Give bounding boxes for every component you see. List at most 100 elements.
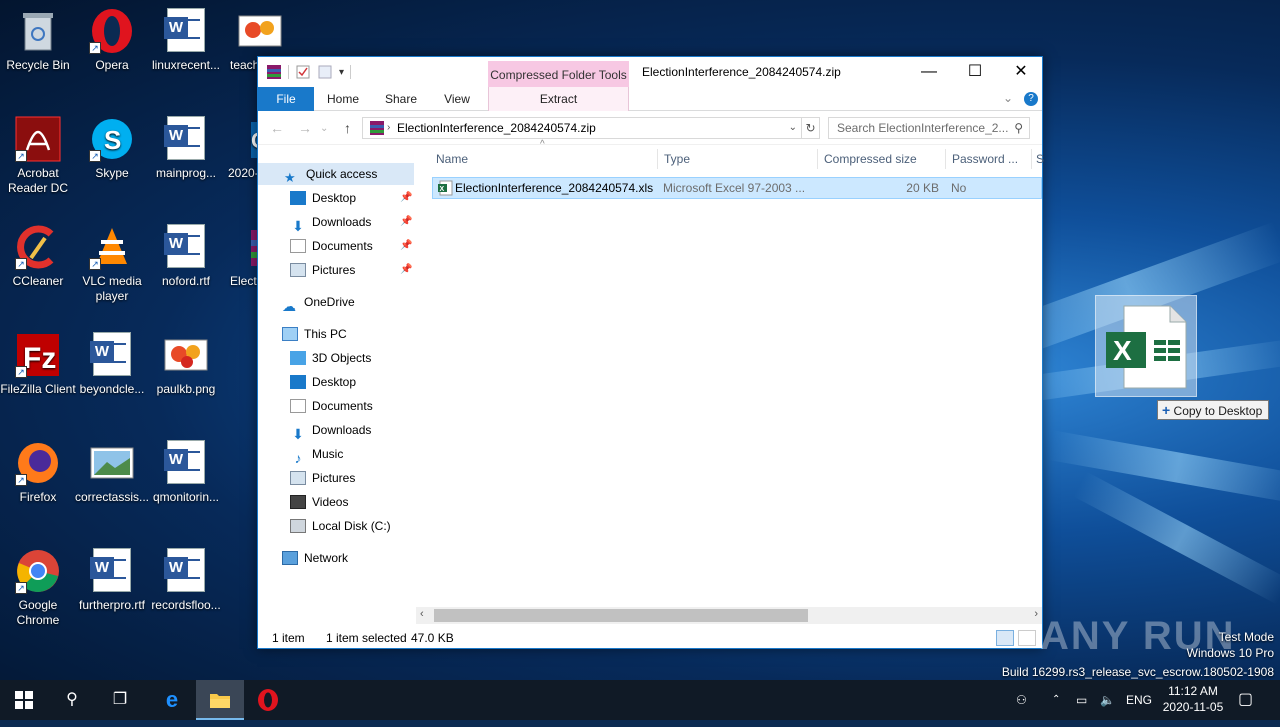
- downloads-icon: ⬇: [292, 218, 304, 234]
- desktop-icon-filezilla[interactable]: Fz ↗ FileZilla Client: [0, 332, 76, 397]
- help-icon[interactable]: ?: [1024, 92, 1038, 106]
- desktop-icon-qmonitorin[interactable]: W qmonitorin...: [148, 440, 224, 505]
- desktop-icon-firefox[interactable]: ↗ Firefox: [0, 440, 76, 505]
- winrar-archive-icon: [370, 121, 384, 135]
- desktop-icon-recordsfloo[interactable]: W recordsfloo...: [148, 548, 224, 613]
- title-bar[interactable]: ▾ Compressed Folder Tools ElectionInterf…: [258, 57, 1044, 88]
- action-center-icon[interactable]: ▢: [1238, 680, 1253, 720]
- desktop-icon-ccleaner[interactable]: ↗ CCleaner: [0, 224, 76, 289]
- refresh-icon[interactable]: ↻: [802, 117, 820, 139]
- tab-file[interactable]: File: [258, 87, 314, 111]
- windows-edition-label: Windows 10 Pro: [1186, 646, 1274, 660]
- desktop-folder-icon: [290, 191, 306, 205]
- search-button[interactable]: ⚲: [48, 680, 96, 720]
- recent-locations-icon[interactable]: ⌄: [320, 123, 328, 134]
- svg-text:X: X: [440, 186, 445, 193]
- file-password: No: [951, 181, 967, 195]
- nav-pc-downloads[interactable]: ⬇ Downloads: [290, 419, 371, 442]
- nav-pictures[interactable]: Pictures: [290, 259, 355, 281]
- nav-3d-objects[interactable]: 3D Objects: [290, 347, 371, 369]
- nav-pc-documents[interactable]: Documents: [290, 395, 373, 417]
- search-input[interactable]: Search ElectionInterference_2... ⚲: [828, 117, 1030, 139]
- nav-onedrive[interactable]: ☁ OneDrive: [282, 291, 355, 314]
- nav-network[interactable]: Network: [282, 547, 348, 569]
- forward-arrow-icon[interactable]: →: [298, 120, 312, 136]
- desktop-icon-paulkb[interactable]: paulkb.png: [148, 332, 224, 397]
- desktop-icon-opera[interactable]: ↗ Opera: [74, 8, 150, 73]
- nav-local-disk[interactable]: Local Disk (C:): [290, 515, 391, 537]
- word-document-icon: W: [163, 116, 209, 162]
- close-button[interactable]: ✕: [998, 57, 1044, 87]
- back-arrow-icon[interactable]: ←: [270, 120, 284, 136]
- desktop-icon-chrome[interactable]: ↗ Google Chrome: [0, 548, 76, 628]
- desktop-icon-noford[interactable]: W noford.rtf: [148, 224, 224, 289]
- customize-qat-icon[interactable]: ▾: [339, 67, 344, 78]
- column-compressed-size[interactable]: Compressed size: [820, 149, 946, 169]
- network-tray-icon[interactable]: ▭: [1076, 680, 1087, 720]
- minimize-icon: —: [921, 63, 937, 80]
- column-name[interactable]: Name: [432, 149, 658, 169]
- network-icon: [282, 551, 298, 565]
- scroll-left-icon[interactable]: ‹: [420, 608, 424, 620]
- minimize-button[interactable]: —: [906, 57, 952, 87]
- address-dropdown-icon[interactable]: ⌄: [789, 118, 797, 138]
- start-button[interactable]: [0, 680, 48, 720]
- desktop-icon-skype[interactable]: S ↗ Skype: [74, 116, 150, 181]
- nav-downloads[interactable]: ⬇ Downloads: [290, 211, 371, 234]
- excel-file-icon: X: [1106, 305, 1187, 389]
- task-view-button[interactable]: ❐: [96, 680, 144, 720]
- nav-desktop[interactable]: Desktop: [290, 187, 356, 209]
- show-hidden-icons[interactable]: ⌃: [1052, 680, 1060, 720]
- people-icon[interactable]: ⚇: [1016, 680, 1027, 720]
- nav-quick-access[interactable]: ★ Quick access: [258, 163, 414, 185]
- address-field[interactable]: › ElectionInterference_2084240574.zip ⌄: [362, 117, 802, 139]
- large-icons-view-icon[interactable]: [1018, 630, 1036, 646]
- scrollbar-thumb[interactable]: [434, 609, 808, 622]
- tab-extract[interactable]: Extract: [488, 87, 629, 111]
- desktop-icon-correctassis[interactable]: correctassis...: [74, 440, 150, 505]
- horizontal-scrollbar[interactable]: ‹ ›: [416, 607, 1042, 624]
- volume-icon[interactable]: 🔈: [1100, 680, 1115, 720]
- desktop-icon-furtherpro[interactable]: W furtherpro.rtf: [74, 548, 150, 613]
- desktop-icon-linuxrecent[interactable]: W linuxrecent...: [148, 8, 224, 73]
- desktop-icon-acrobat[interactable]: ↗ Acrobat Reader DC: [0, 116, 76, 196]
- nav-documents[interactable]: Documents: [290, 235, 373, 257]
- shortcut-arrow-icon: ↗: [89, 150, 101, 162]
- new-folder-icon[interactable]: [317, 64, 333, 80]
- drive-icon: [290, 519, 306, 533]
- shortcut-arrow-icon: ↗: [15, 258, 27, 270]
- address-text: ElectionInterference_2084240574.zip: [397, 121, 596, 135]
- desktop-icon-mainprog[interactable]: W mainprog...: [148, 116, 224, 181]
- nav-pc-pictures[interactable]: Pictures: [290, 467, 355, 489]
- clock[interactable]: 11:12 AM 2020-11-05: [1158, 683, 1228, 715]
- desktop-icon-beyondcle[interactable]: W beyondcle...: [74, 332, 150, 397]
- nav-music[interactable]: ♪ Music: [290, 443, 344, 466]
- taskbar-file-explorer[interactable]: [196, 680, 244, 720]
- tab-share[interactable]: Share: [378, 87, 424, 111]
- nav-this-pc[interactable]: This PC: [282, 323, 347, 345]
- column-password[interactable]: Password ...: [948, 149, 1032, 169]
- language-indicator[interactable]: ENG: [1126, 680, 1152, 720]
- maximize-button[interactable]: ☐: [952, 57, 998, 87]
- explorer-window[interactable]: ▾ Compressed Folder Tools ElectionInterf…: [257, 56, 1044, 649]
- taskbar: ⚲ ❐ e ⚇ ⌃ ▭ 🔈 ENG 11:12 AM 2020-11-05 ▢: [0, 680, 1280, 720]
- scroll-right-icon[interactable]: ›: [1034, 608, 1038, 620]
- nav-pc-desktop[interactable]: Desktop: [290, 371, 356, 393]
- details-view-icon[interactable]: [996, 630, 1014, 646]
- up-arrow-icon[interactable]: ↑: [344, 120, 351, 136]
- nav-videos[interactable]: Videos: [290, 491, 348, 513]
- opera-icon: ↗: [89, 8, 135, 54]
- build-label: Build 16299.rs3_release_svc_escrow.18050…: [1001, 665, 1274, 679]
- tab-home[interactable]: Home: [320, 87, 366, 111]
- expand-ribbon-icon[interactable]: ⌄: [1003, 91, 1013, 105]
- taskbar-edge[interactable]: e: [148, 680, 196, 720]
- address-bar-row: ← → ⌄ ↑ › ElectionInterference_208424057…: [258, 111, 1042, 145]
- desktop-icon-vlc[interactable]: ↗ VLC media player: [74, 224, 150, 304]
- properties-icon[interactable]: [295, 64, 311, 80]
- desktop-icon-recycle-bin[interactable]: Recycle Bin: [0, 8, 76, 73]
- column-size[interactable]: Si: [1032, 149, 1044, 169]
- taskbar-opera[interactable]: [244, 680, 292, 720]
- tab-view[interactable]: View: [434, 87, 480, 111]
- table-row[interactable]: X ElectionInterference_2084240574.xls Mi…: [432, 177, 1042, 199]
- column-type[interactable]: Type: [660, 149, 818, 169]
